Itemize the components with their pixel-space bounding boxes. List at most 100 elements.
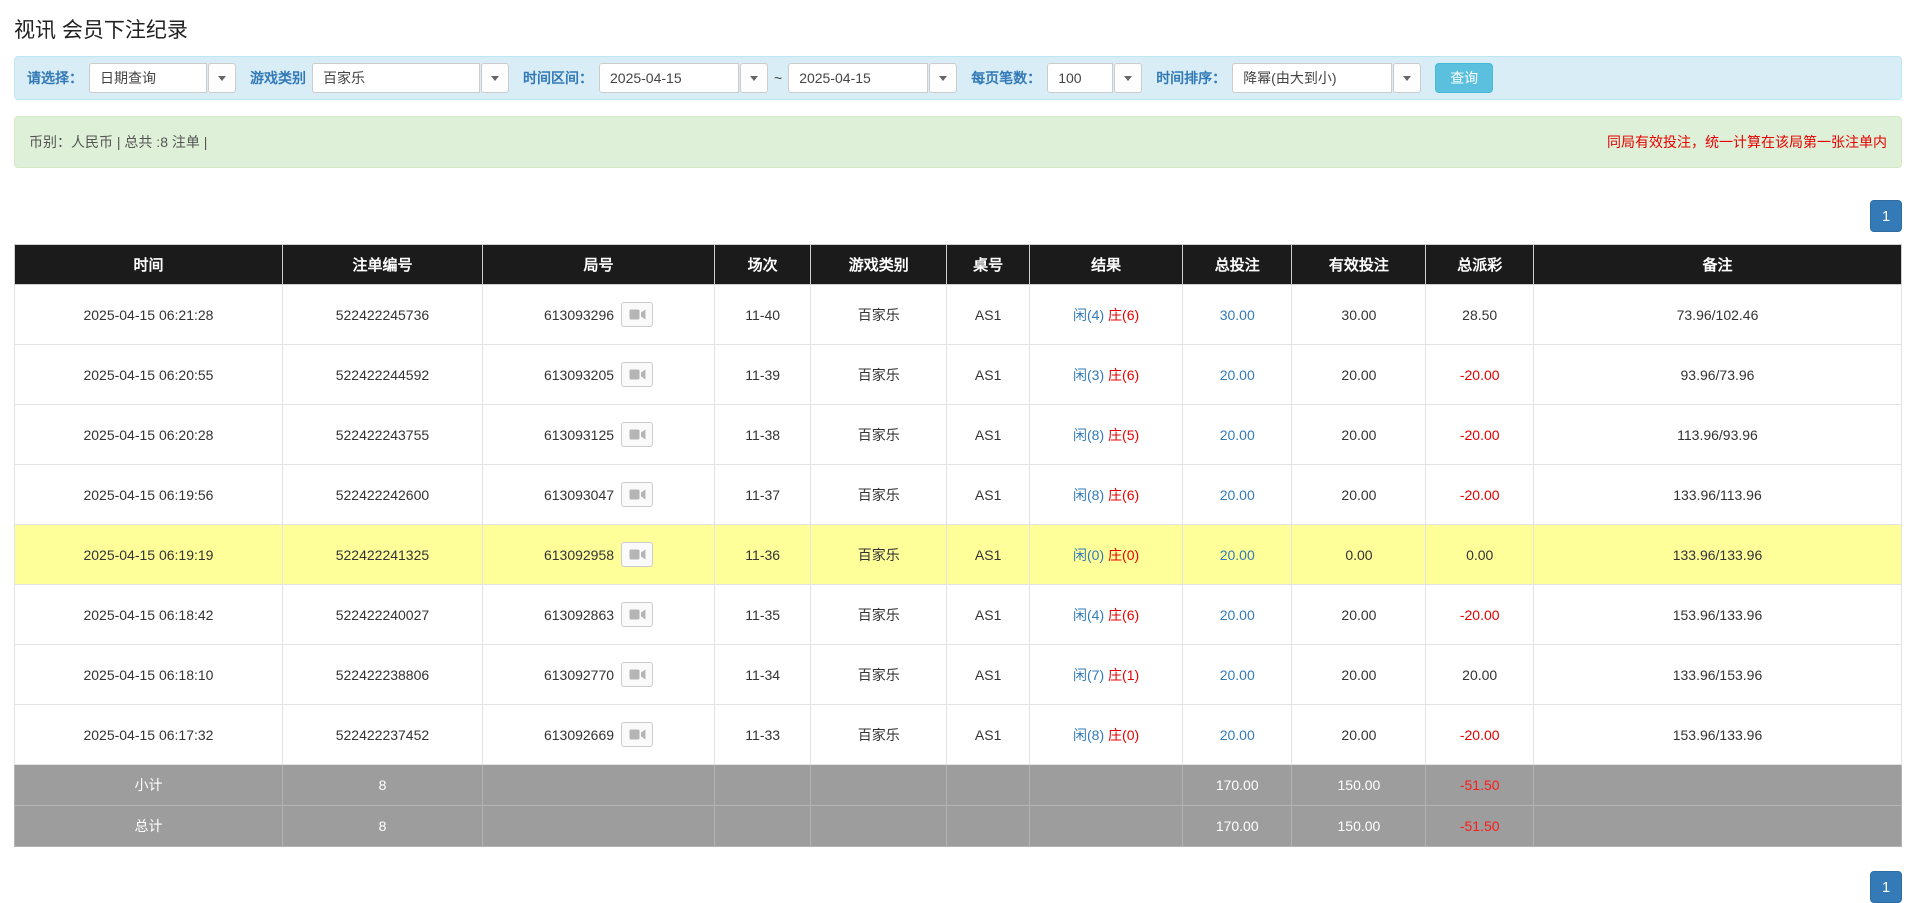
table-row: 2025-04-15 06:18:10522422238806613092770… <box>15 645 1902 705</box>
chevron-down-icon[interactable] <box>208 63 236 93</box>
cell-valid-bet: 20.00 <box>1292 645 1426 705</box>
cell-session: 11-35 <box>715 585 811 645</box>
pagination-bottom: 1 <box>14 871 1902 903</box>
video-replay-icon[interactable] <box>621 602 653 627</box>
table-row: 2025-04-15 06:19:56522422242600613093047… <box>15 465 1902 525</box>
header-total-bet: 总投注 <box>1183 245 1292 285</box>
player-result: 闲(7) <box>1073 667 1104 683</box>
cell-game-type: 百家乐 <box>811 405 947 465</box>
video-replay-icon[interactable] <box>621 362 653 387</box>
cell-table-no: AS1 <box>947 525 1030 585</box>
date-to-value[interactable]: 2025-04-15 <box>788 63 928 93</box>
cell-payout: 28.50 <box>1426 285 1534 345</box>
query-type-group: 请选择： 日期查询 <box>27 63 236 93</box>
cell-valid-bet: 0.00 <box>1292 525 1426 585</box>
cell-valid-bet: 20.00 <box>1292 405 1426 465</box>
header-payout: 总派彩 <box>1426 245 1534 285</box>
banker-result: 庄(0) <box>1108 727 1139 743</box>
cell-time: 2025-04-15 06:21:28 <box>15 285 283 345</box>
cell-game-type: 百家乐 <box>811 285 947 345</box>
date-from-value[interactable]: 2025-04-15 <box>599 63 739 93</box>
sort-label: 时间排序： <box>1156 68 1226 88</box>
cell-table-no: AS1 <box>947 345 1030 405</box>
caret-shape <box>491 76 499 81</box>
cell-session: 11-38 <box>715 405 811 465</box>
page-button-1[interactable]: 1 <box>1870 200 1902 232</box>
chevron-down-icon[interactable] <box>1114 63 1142 93</box>
payout-value: -20.00 <box>1460 367 1500 383</box>
date-range-label: 时间区间： <box>523 68 593 88</box>
cell-remark: 93.96/73.96 <box>1533 345 1901 405</box>
round-number: 613093205 <box>544 367 614 383</box>
total-total-bet: 170.00 <box>1183 806 1292 847</box>
cell-round-id: 613092770 <box>482 645 714 705</box>
cell-result: 闲(4) 庄(6) <box>1030 285 1183 345</box>
video-replay-icon[interactable] <box>621 482 653 507</box>
header-round-id: 局号 <box>482 245 714 285</box>
cell-remark: 133.96/153.96 <box>1533 645 1901 705</box>
cell-remark: 113.96/93.96 <box>1533 405 1901 465</box>
cell-total-bet: 20.00 <box>1183 345 1292 405</box>
total-bet-link[interactable]: 20.00 <box>1220 727 1255 743</box>
table-header: 时间 注单编号 局号 场次 游戏类别 桌号 结果 总投注 有效投注 总派彩 备注 <box>15 245 1902 285</box>
round-number: 613092863 <box>544 607 614 623</box>
player-result: 闲(4) <box>1073 307 1104 323</box>
video-replay-icon[interactable] <box>621 302 653 327</box>
banker-result: 庄(6) <box>1108 487 1139 503</box>
game-type-value[interactable]: 百家乐 <box>312 63 480 93</box>
round-number: 613093125 <box>544 427 614 443</box>
currency-summary-text: 币别：人民币 | 总共 :8 注单 | <box>29 132 207 152</box>
total-label: 总计 <box>15 806 283 847</box>
empty-cell <box>1030 806 1183 847</box>
payout-value: -20.00 <box>1460 427 1500 443</box>
cell-bet-id: 522422244592 <box>282 345 482 405</box>
chevron-down-icon[interactable] <box>740 63 768 93</box>
video-replay-icon[interactable] <box>621 542 653 567</box>
total-bet-link[interactable]: 20.00 <box>1220 367 1255 383</box>
cell-bet-id: 522422242600 <box>282 465 482 525</box>
filter-bar: 请选择： 日期查询 游戏类别 百家乐 时间区间： 2025-04-15 ~ 20… <box>14 56 1902 100</box>
subtotal-row: 小计 8 170.00 150.00 -51.50 <box>15 765 1902 806</box>
table-row: 2025-04-15 06:20:55522422244592613093205… <box>15 345 1902 405</box>
cell-session: 11-40 <box>715 285 811 345</box>
bet-records-table: 时间 注单编号 局号 场次 游戏类别 桌号 结果 总投注 有效投注 总派彩 备注… <box>14 244 1902 847</box>
cell-game-type: 百家乐 <box>811 465 947 525</box>
sort-value[interactable]: 降幂(由大到小) <box>1232 63 1392 93</box>
game-type-label: 游戏类别 <box>250 68 306 88</box>
video-replay-icon[interactable] <box>621 662 653 687</box>
player-result: 闲(8) <box>1073 727 1104 743</box>
video-replay-icon[interactable] <box>621 722 653 747</box>
cell-payout: 20.00 <box>1426 645 1534 705</box>
total-bet-link[interactable]: 20.00 <box>1220 487 1255 503</box>
payout-value: -20.00 <box>1460 727 1500 743</box>
cell-valid-bet: 30.00 <box>1292 285 1426 345</box>
round-number: 613092770 <box>544 667 614 683</box>
cell-valid-bet: 20.00 <box>1292 705 1426 765</box>
game-type-combo: 百家乐 <box>312 63 509 93</box>
total-bet-link[interactable]: 30.00 <box>1220 307 1255 323</box>
table-row: 2025-04-15 06:21:28522422245736613093296… <box>15 285 1902 345</box>
empty-cell <box>947 765 1030 806</box>
page: 视讯 会员下注纪录 请选择： 日期查询 游戏类别 百家乐 时间区间： 2025-… <box>0 14 1916 903</box>
total-bet-link[interactable]: 20.00 <box>1220 427 1255 443</box>
payout-value: -20.00 <box>1460 607 1500 623</box>
player-result: 闲(8) <box>1073 487 1104 503</box>
cell-payout: -20.00 <box>1426 405 1534 465</box>
total-bet-link[interactable]: 20.00 <box>1220 667 1255 683</box>
game-type-group: 游戏类别 百家乐 <box>250 63 509 93</box>
total-bet-link[interactable]: 20.00 <box>1220 547 1255 563</box>
chevron-down-icon[interactable] <box>481 63 509 93</box>
page-size-value[interactable]: 100 <box>1047 63 1113 93</box>
chevron-down-icon[interactable] <box>1393 63 1421 93</box>
page-size-group: 每页笔数： 100 <box>971 63 1142 93</box>
chevron-down-icon[interactable] <box>929 63 957 93</box>
total-bet-link[interactable]: 20.00 <box>1220 607 1255 623</box>
cell-remark: 133.96/113.96 <box>1533 465 1901 525</box>
cell-payout: -20.00 <box>1426 345 1534 405</box>
cell-total-bet: 20.00 <box>1183 405 1292 465</box>
player-result: 闲(8) <box>1073 427 1104 443</box>
query-type-value[interactable]: 日期查询 <box>89 63 207 93</box>
search-button[interactable]: 查询 <box>1435 63 1493 93</box>
video-replay-icon[interactable] <box>621 422 653 447</box>
page-button-1-bottom[interactable]: 1 <box>1870 871 1902 903</box>
